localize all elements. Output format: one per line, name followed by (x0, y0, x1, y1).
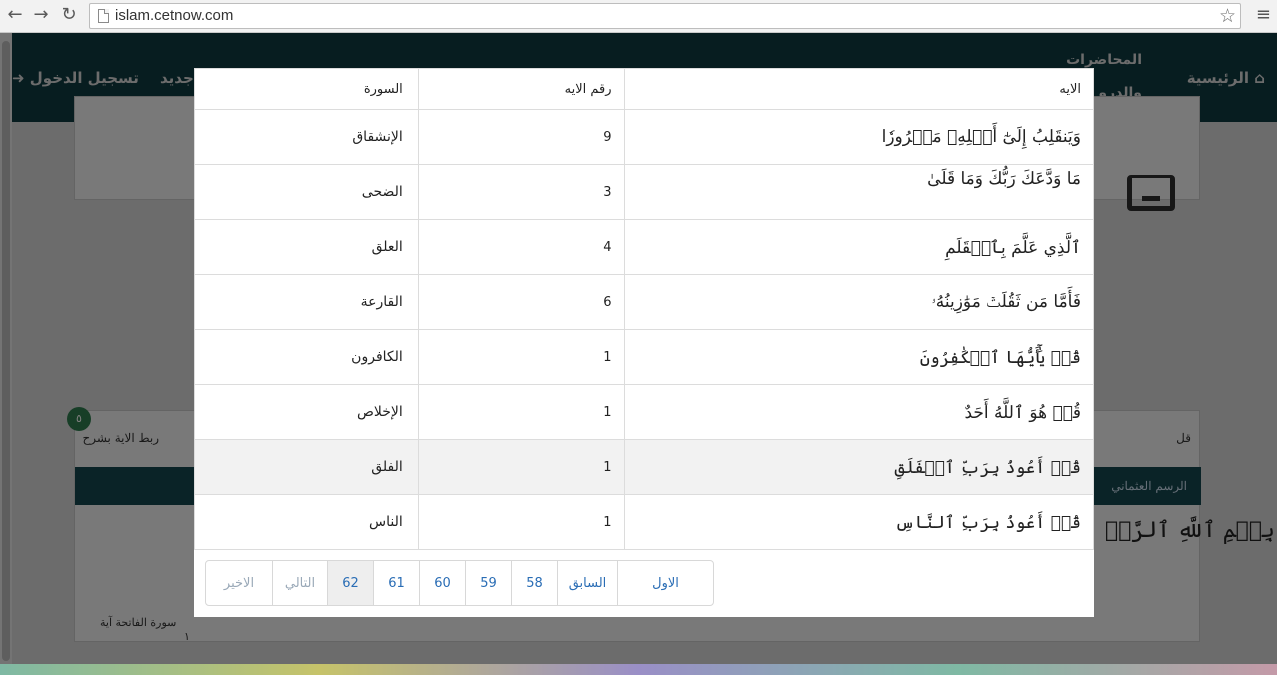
table-row[interactable]: فَأَمَّا مَن ثَقُلَتۡ مَوَٰزِينُهُۥ 6 ال… (194, 274, 1095, 330)
aya-cell: ٱلَّذِي عَلَّمَ بِٱلۡقَلَمِ (623, 219, 1095, 275)
browser-toolbar: ← → ↻ islam.cetnow.com ☆ ≡ (0, 0, 1277, 33)
sura-cell: الإخلاص (194, 384, 419, 440)
sura-cell: الفلق (194, 439, 419, 495)
table-row[interactable]: وَيَنقَلِبُ إِلَىٰٓ أَهۡلِهِۦ مَسۡرُورٗا… (194, 109, 1095, 165)
ayat-modal: الايه رقم الايه السورة وَيَنقَلِبُ إِلَى… (194, 68, 1095, 617)
aya-number-cell: 1 (417, 494, 625, 550)
bookmark-star-icon[interactable]: ☆ (1219, 4, 1236, 28)
table-header-row: الايه رقم الايه السورة (194, 68, 1095, 110)
forward-icon[interactable]: → (31, 5, 51, 25)
table-row[interactable]: ٱلَّذِي عَلَّمَ بِٱلۡقَلَمِ 4 العلق (194, 219, 1095, 275)
header-sura: السورة (194, 68, 419, 110)
page-icon (98, 9, 109, 23)
sura-cell: الكافرون (194, 329, 419, 385)
aya-cell: قُلۡ هُوَ ٱللَّهُ أَحَدٌ (623, 384, 1095, 440)
sura-cell: القارعة (194, 274, 419, 330)
aya-cell: فَأَمَّا مَن ثَقُلَتۡ مَوَٰزِينُهُۥ (623, 274, 1095, 330)
sura-cell: الضحى (194, 164, 419, 220)
aya-cell: وَيَنقَلِبُ إِلَىٰٓ أَهۡلِهِۦ مَسۡرُورٗا (623, 109, 1095, 165)
table-row[interactable]: قُلۡ أَعُوذُ بِرَبِّ ٱلنَّاسِ 1 الناس (194, 494, 1095, 550)
aya-cell: قُلۡ أَعُوذُ بِرَبِّ ٱلۡفَلَقِ (623, 439, 1095, 495)
aya-number-cell: 6 (417, 274, 625, 330)
ayat-table: الايه رقم الايه السورة وَيَنقَلِبُ إِلَى… (194, 68, 1095, 550)
aya-number-cell: 1 (417, 384, 625, 440)
page-62[interactable]: 62 (327, 561, 373, 605)
aya-cell: قُلۡ أَعُوذُ بِرَبِّ ٱلنَّاسِ (623, 494, 1095, 550)
page-58[interactable]: 58 (511, 561, 557, 605)
table-row[interactable]: قُلۡ هُوَ ٱللَّهُ أَحَدٌ 1 الإخلاص (194, 384, 1095, 440)
url-text: islam.cetnow.com (115, 7, 234, 24)
aya-cell: قُلۡ يَٰٓأَيُّهَا ٱلۡكَٰفِرُونَ (623, 329, 1095, 385)
address-bar[interactable]: islam.cetnow.com ☆ (89, 3, 1241, 29)
aya-number-cell: 3 (417, 164, 625, 220)
pagination: الاخير التالي 62 61 60 59 58 السابق الاو… (205, 560, 714, 606)
table-row[interactable]: قُلۡ يَٰٓأَيُّهَا ٱلۡكَٰفِرُونَ 1 الكافر… (194, 329, 1095, 385)
page-prev[interactable]: السابق (557, 561, 617, 605)
page-59[interactable]: 59 (465, 561, 511, 605)
aya-cell: مَا وَدَّعَكَ رَبُّكَ وَمَا قَلَىٰ (623, 164, 1095, 220)
page-60[interactable]: 60 (419, 561, 465, 605)
aya-number-cell: 9 (417, 109, 625, 165)
page-last[interactable]: الاخير (206, 561, 272, 605)
aya-number-cell: 1 (417, 439, 625, 495)
bottom-decoration (0, 664, 1277, 675)
aya-number-cell: 1 (417, 329, 625, 385)
browser-menu-icon[interactable]: ≡ (1256, 4, 1271, 26)
header-aya: الايه (623, 68, 1095, 110)
sura-cell: الإنشقاق (194, 109, 419, 165)
sura-cell: الناس (194, 494, 419, 550)
table-row[interactable]: مَا وَدَّعَكَ رَبُّكَ وَمَا قَلَىٰ 3 الض… (194, 164, 1095, 220)
page-next[interactable]: التالي (272, 561, 327, 605)
page-61[interactable]: 61 (373, 561, 419, 605)
aya-number-cell: 4 (417, 219, 625, 275)
sura-cell: العلق (194, 219, 419, 275)
header-aya-number: رقم الايه (417, 68, 625, 110)
page-first[interactable]: الاول (617, 561, 713, 605)
reload-icon[interactable]: ↻ (59, 5, 79, 25)
table-row[interactable]: قُلۡ أَعُوذُ بِرَبِّ ٱلۡفَلَقِ 1 الفلق (194, 439, 1095, 495)
back-icon[interactable]: ← (5, 5, 25, 25)
